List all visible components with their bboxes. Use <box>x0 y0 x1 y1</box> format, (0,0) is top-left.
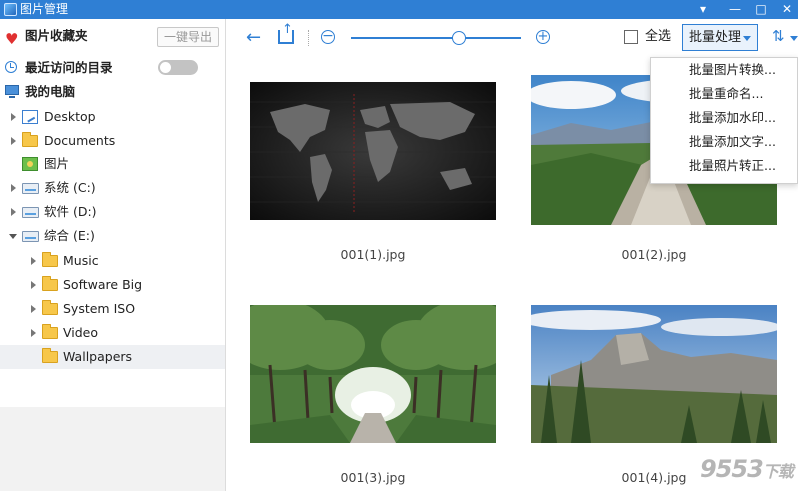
tree-item-documents[interactable]: Documents <box>0 129 225 153</box>
computer-label: 我的电脑 <box>25 84 76 99</box>
dropdown-icon[interactable]: ▾ <box>690 0 716 19</box>
tree-item-label: 系统 (C:) <box>44 180 96 195</box>
heart-icon: ♥ <box>5 30 19 48</box>
computer-row[interactable]: 我的电脑 <box>0 80 225 104</box>
expand-arrow-icon[interactable] <box>11 208 16 216</box>
export-button[interactable]: 一键导出 <box>157 27 219 47</box>
watermark-sub: 下载 <box>762 462 794 481</box>
menu-item-batch-text[interactable]: 批量添加文字... <box>651 130 797 154</box>
tree-item-label: 图片 <box>44 156 70 171</box>
folder-icon <box>42 300 58 315</box>
tree-item-label: Video <box>63 325 99 340</box>
sidebar: ♥ 图片收藏夹 一键导出 最近访问的目录 我的电脑 Desktop Docume… <box>0 19 226 491</box>
recent-toggle[interactable] <box>158 60 198 75</box>
maximize-button[interactable]: □ <box>748 0 774 19</box>
tree-item-label: 软件 (D:) <box>44 204 97 219</box>
tree-item-desktop[interactable]: Desktop <box>0 105 225 129</box>
folder-icon <box>42 324 58 339</box>
zoom-slider-track[interactable] <box>351 37 521 39</box>
toolbar: ← − + 全选 批量处理 ⇅ <box>226 19 798 57</box>
collapse-arrow-icon[interactable] <box>9 234 17 239</box>
sort-chevron-down-icon[interactable] <box>790 36 798 41</box>
folder-icon <box>42 348 58 363</box>
menu-item-batch-rename[interactable]: 批量重命名... <box>651 82 797 106</box>
sort-icon[interactable]: ⇅ <box>772 28 785 44</box>
drive-icon <box>22 183 39 194</box>
tree-item-label: Documents <box>44 133 116 148</box>
folder-icon <box>22 132 38 147</box>
picture-icon <box>22 157 38 171</box>
zoom-slider-handle[interactable] <box>452 31 466 45</box>
window-title: 图片管理 <box>20 2 69 16</box>
tree-item-label: Software Big <box>63 277 143 292</box>
tree-item-music[interactable]: Music <box>0 249 225 273</box>
tree-item-label: Wallpapers <box>63 349 133 364</box>
folder-icon <box>42 252 58 267</box>
expand-arrow-icon[interactable] <box>31 257 36 265</box>
select-all-label[interactable]: 全选 <box>645 29 671 45</box>
site-watermark: 9553下载 <box>700 455 794 483</box>
tree-item-system-iso[interactable]: System ISO <box>0 297 225 321</box>
tree-item-label: Desktop <box>44 109 96 124</box>
up-folder-icon[interactable] <box>278 22 294 44</box>
folder-icon <box>42 276 58 291</box>
image-thumbnail[interactable] <box>250 305 496 443</box>
expand-arrow-icon[interactable] <box>31 329 36 337</box>
select-all-checkbox[interactable] <box>624 30 638 44</box>
tree-item-drive-d[interactable]: 软件 (D:) <box>0 200 225 224</box>
batch-process-button[interactable]: 批量处理 <box>682 24 758 51</box>
expand-arrow-icon[interactable] <box>11 113 16 121</box>
zoom-in-icon[interactable]: + <box>536 30 550 44</box>
image-thumbnail[interactable] <box>250 82 496 220</box>
app-icon <box>4 3 17 16</box>
chevron-down-icon <box>743 36 751 41</box>
drive-icon <box>22 207 39 218</box>
expand-arrow-icon[interactable] <box>31 281 36 289</box>
tree-item-drive-c[interactable]: 系统 (C:) <box>0 176 225 200</box>
menu-item-batch-watermark[interactable]: 批量添加水印... <box>651 106 797 130</box>
expand-arrow-icon[interactable] <box>11 184 16 192</box>
minimize-button[interactable]: — <box>722 0 748 19</box>
image-filename: 001(1).jpg <box>340 247 406 262</box>
back-arrow-icon[interactable]: ← <box>246 29 261 47</box>
zoom-out-icon[interactable]: − <box>321 29 335 44</box>
watermark-text: 9553 <box>700 455 764 483</box>
menu-item-batch-convert[interactable]: 批量图片转换... <box>651 58 797 82</box>
menu-item-batch-rotate[interactable]: 批量照片转正... <box>651 154 797 178</box>
image-filename: 001(2).jpg <box>621 247 687 262</box>
tree-item-video[interactable]: Video <box>0 321 225 345</box>
tree-item-pictures[interactable]: 图片 <box>0 152 225 176</box>
close-button[interactable]: ✕ <box>774 0 798 19</box>
batch-process-label: 批量处理 <box>689 30 742 45</box>
image-filename: 001(3).jpg <box>340 470 406 485</box>
toolbar-divider <box>308 30 310 46</box>
computer-icon <box>5 85 19 98</box>
tree-item-label: 综合 (E:) <box>44 228 95 243</box>
tree-item-wallpapers[interactable]: Wallpapers <box>0 345 225 369</box>
sidebar-empty-area <box>0 407 225 491</box>
tree-item-software-big[interactable]: Software Big <box>0 273 225 297</box>
tree-item-label: System ISO <box>63 301 136 316</box>
title-bar: 图片管理 ▾ — □ ✕ <box>0 0 798 19</box>
tree-item-drive-e[interactable]: 综合 (E:) <box>0 224 225 248</box>
batch-menu: 批量图片转换... 批量重命名... 批量添加水印... 批量添加文字... 批… <box>650 57 798 184</box>
image-thumbnail[interactable] <box>531 305 777 443</box>
recent-label: 最近访问的目录 <box>25 60 113 75</box>
desktop-icon <box>22 110 38 124</box>
favorites-label: 图片收藏夹 <box>25 28 88 43</box>
expand-arrow-icon[interactable] <box>31 305 36 313</box>
drive-icon <box>22 231 39 242</box>
tree-item-label: Music <box>63 253 99 268</box>
clock-icon <box>5 61 17 73</box>
expand-arrow-icon[interactable] <box>11 137 16 145</box>
